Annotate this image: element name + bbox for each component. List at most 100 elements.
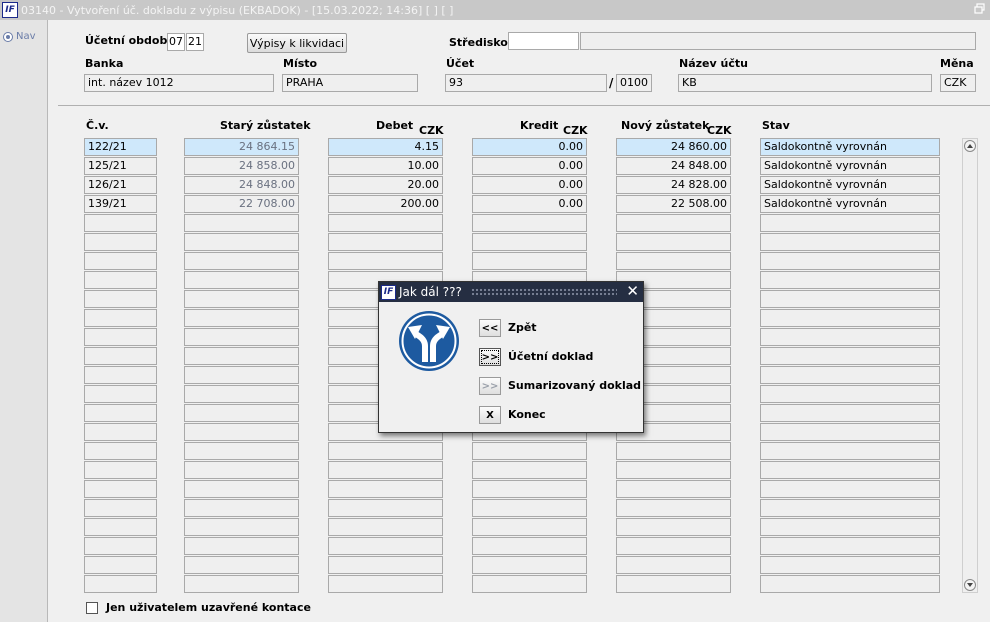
table-cell-cv[interactable] bbox=[84, 556, 157, 574]
table-cell-old[interactable] bbox=[184, 556, 299, 574]
table-cell-old[interactable] bbox=[184, 575, 299, 593]
table-cell-stav[interactable] bbox=[760, 423, 940, 441]
period-year-input[interactable]: 21 bbox=[186, 33, 204, 51]
table-cell-kredit[interactable]: 0.00 bbox=[472, 138, 587, 156]
table-cell-stav[interactable] bbox=[760, 366, 940, 384]
table-cell-stav[interactable] bbox=[760, 461, 940, 479]
table-cell-debet[interactable]: 20.00 bbox=[328, 176, 443, 194]
table-cell-debet[interactable]: 200.00 bbox=[328, 195, 443, 213]
table-cell-old[interactable]: 24 848.00 bbox=[184, 176, 299, 194]
table-cell-cv[interactable] bbox=[84, 480, 157, 498]
close-icon[interactable]: ✕ bbox=[626, 283, 639, 300]
table-cell-stav[interactable] bbox=[760, 328, 940, 346]
table-cell-stav[interactable] bbox=[760, 442, 940, 460]
table-cell-cv[interactable] bbox=[84, 233, 157, 251]
table-cell-stav[interactable] bbox=[760, 271, 940, 289]
table-cell-kredit[interactable] bbox=[472, 233, 587, 251]
table-cell-cv[interactable] bbox=[84, 309, 157, 327]
table-cell-cv[interactable] bbox=[84, 366, 157, 384]
table-cell-stav[interactable] bbox=[760, 233, 940, 251]
table-cell-debet[interactable] bbox=[328, 461, 443, 479]
table-cell-cv[interactable]: 139/21 bbox=[84, 195, 157, 213]
table-cell-new[interactable]: 24 828.00 bbox=[616, 176, 731, 194]
table-cell-cv[interactable] bbox=[84, 328, 157, 346]
table-cell-new[interactable]: 24 860.00 bbox=[616, 138, 731, 156]
table-cell-stav[interactable]: Saldokontně vyrovnán bbox=[760, 176, 940, 194]
table-cell-cv[interactable]: 125/21 bbox=[84, 157, 157, 175]
table-cell-new[interactable] bbox=[616, 233, 731, 251]
table-cell-cv[interactable] bbox=[84, 518, 157, 536]
table-cell-stav[interactable] bbox=[760, 252, 940, 270]
table-cell-old[interactable] bbox=[184, 347, 299, 365]
liquidation-statements-button[interactable]: Výpisy k likvidaci bbox=[247, 33, 347, 53]
table-cell-cv[interactable] bbox=[84, 404, 157, 422]
table-cell-new[interactable] bbox=[616, 214, 731, 232]
table-cell-new[interactable] bbox=[616, 556, 731, 574]
back-button[interactable]: << bbox=[479, 319, 501, 337]
table-cell-old[interactable]: 22 708.00 bbox=[184, 195, 299, 213]
table-cell-kredit[interactable]: 0.00 bbox=[472, 195, 587, 213]
table-cell-stav[interactable]: Saldokontně vyrovnán bbox=[760, 138, 940, 156]
table-cell-debet[interactable]: 10.00 bbox=[328, 157, 443, 175]
table-cell-old[interactable] bbox=[184, 480, 299, 498]
table-cell-kredit[interactable]: 0.00 bbox=[472, 176, 587, 194]
table-cell-kredit[interactable] bbox=[472, 214, 587, 232]
table-cell-stav[interactable] bbox=[760, 537, 940, 555]
table-cell-stav[interactable] bbox=[760, 347, 940, 365]
table-cell-cv[interactable] bbox=[84, 423, 157, 441]
table-cell-debet[interactable] bbox=[328, 518, 443, 536]
table-cell-new[interactable]: 24 848.00 bbox=[616, 157, 731, 175]
table-cell-debet[interactable] bbox=[328, 480, 443, 498]
table-cell-stav[interactable] bbox=[760, 404, 940, 422]
table-cell-debet[interactable] bbox=[328, 214, 443, 232]
table-cell-new[interactable] bbox=[616, 252, 731, 270]
table-cell-stav[interactable] bbox=[760, 518, 940, 536]
table-cell-new[interactable]: 22 508.00 bbox=[616, 195, 731, 213]
table-cell-cv[interactable] bbox=[84, 252, 157, 270]
table-cell-debet[interactable] bbox=[328, 499, 443, 517]
closed-contacts-checkbox[interactable] bbox=[86, 602, 98, 614]
table-cell-stav[interactable]: Saldokontně vyrovnán bbox=[760, 157, 940, 175]
table-cell-debet[interactable] bbox=[328, 442, 443, 460]
table-cell-debet[interactable] bbox=[328, 252, 443, 270]
end-button[interactable]: X bbox=[479, 406, 501, 424]
table-cell-cv[interactable] bbox=[84, 442, 157, 460]
table-cell-stav[interactable]: Saldokontně vyrovnán bbox=[760, 195, 940, 213]
table-cell-new[interactable] bbox=[616, 480, 731, 498]
table-cell-stav[interactable] bbox=[760, 309, 940, 327]
table-cell-stav[interactable] bbox=[760, 290, 940, 308]
table-cell-new[interactable] bbox=[616, 461, 731, 479]
center-code-input[interactable] bbox=[508, 32, 579, 50]
table-cell-kredit[interactable] bbox=[472, 556, 587, 574]
table-cell-old[interactable] bbox=[184, 442, 299, 460]
scroll-down-icon[interactable] bbox=[964, 579, 976, 591]
table-cell-cv[interactable]: 122/21 bbox=[84, 138, 157, 156]
accounting-document-button[interactable]: >> bbox=[479, 348, 501, 366]
scroll-up-icon[interactable] bbox=[964, 140, 976, 152]
table-cell-new[interactable] bbox=[616, 442, 731, 460]
table-cell-debet[interactable] bbox=[328, 575, 443, 593]
table-cell-old[interactable]: 24 858.00 bbox=[184, 157, 299, 175]
table-cell-old[interactable]: 24 864.15 bbox=[184, 138, 299, 156]
table-cell-cv[interactable] bbox=[84, 575, 157, 593]
table-cell-old[interactable] bbox=[184, 461, 299, 479]
table-cell-debet[interactable] bbox=[328, 537, 443, 555]
table-cell-new[interactable] bbox=[616, 537, 731, 555]
table-cell-cv[interactable] bbox=[84, 290, 157, 308]
table-cell-old[interactable] bbox=[184, 290, 299, 308]
table-cell-kredit[interactable] bbox=[472, 575, 587, 593]
table-cell-old[interactable] bbox=[184, 252, 299, 270]
table-cell-cv[interactable]: 126/21 bbox=[84, 176, 157, 194]
table-cell-old[interactable] bbox=[184, 518, 299, 536]
table-cell-debet[interactable] bbox=[328, 233, 443, 251]
table-scrollbar[interactable] bbox=[962, 138, 978, 593]
table-cell-kredit[interactable] bbox=[472, 461, 587, 479]
table-cell-kredit[interactable] bbox=[472, 499, 587, 517]
table-cell-old[interactable] bbox=[184, 385, 299, 403]
table-cell-stav[interactable] bbox=[760, 499, 940, 517]
table-cell-old[interactable] bbox=[184, 423, 299, 441]
table-cell-stav[interactable] bbox=[760, 575, 940, 593]
table-cell-cv[interactable] bbox=[84, 347, 157, 365]
summary-document-button[interactable]: >> bbox=[479, 377, 501, 395]
table-cell-new[interactable] bbox=[616, 575, 731, 593]
